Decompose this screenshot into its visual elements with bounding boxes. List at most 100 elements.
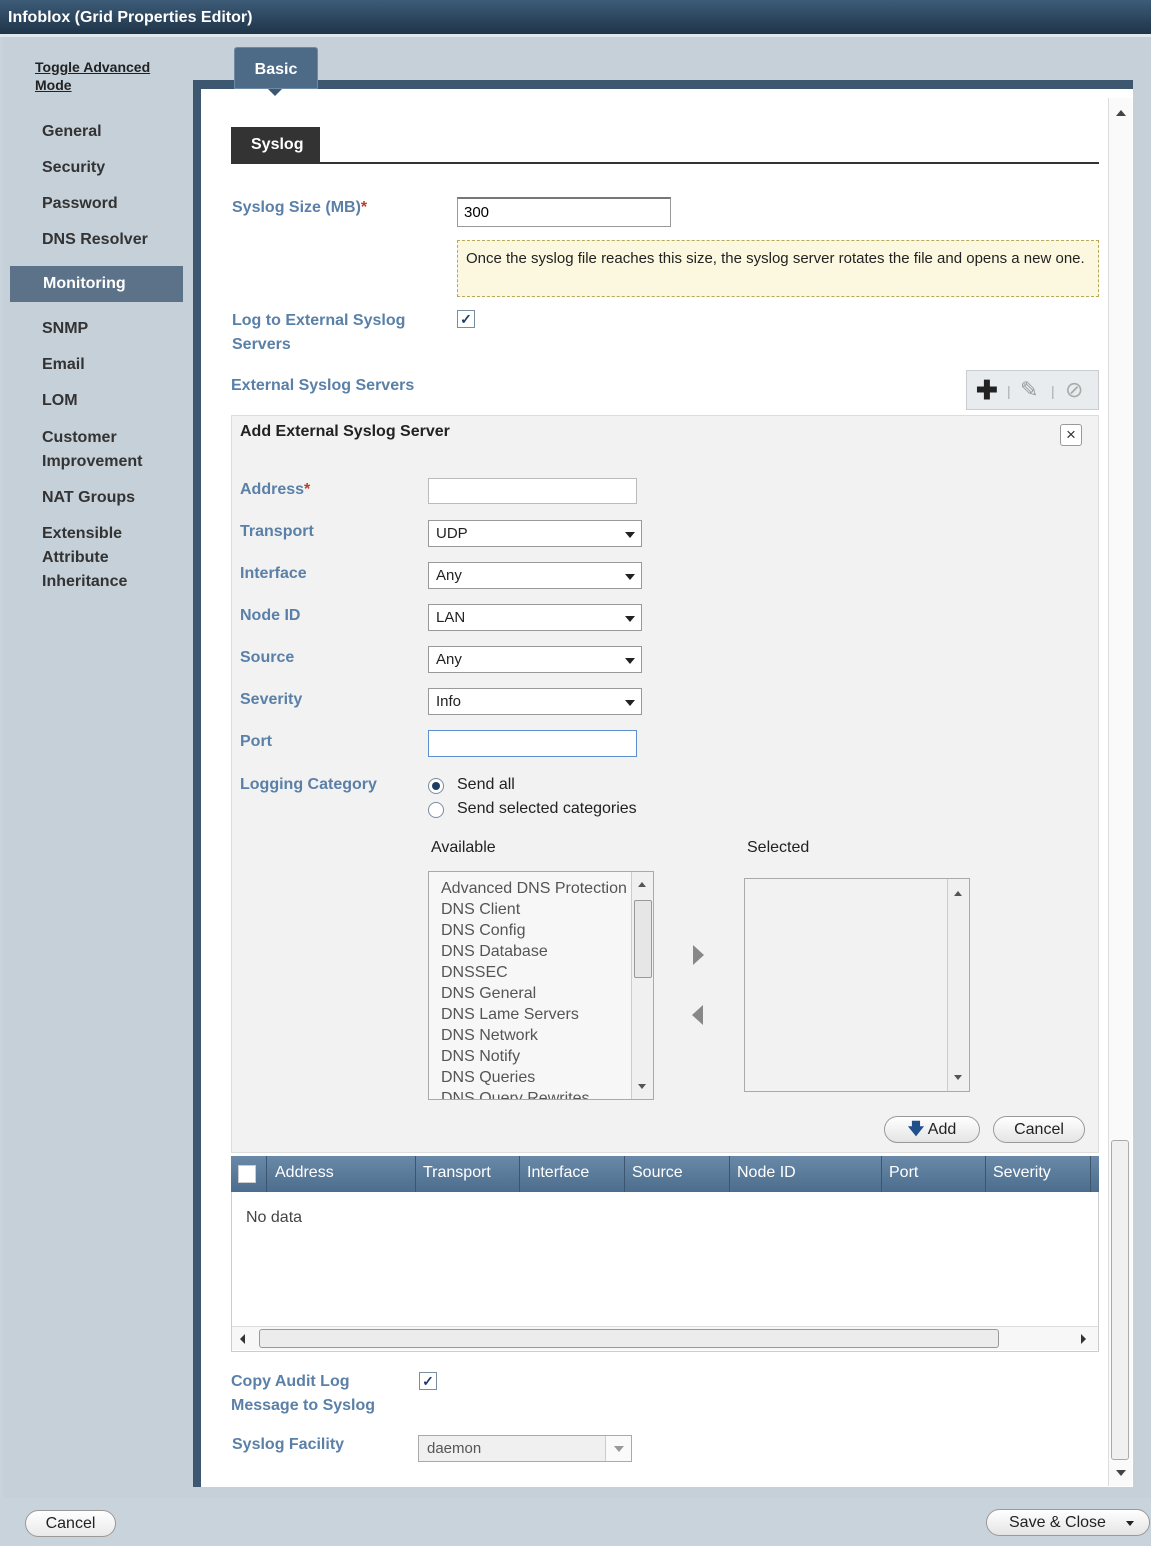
sidebar-item-monitoring[interactable]: Monitoring bbox=[10, 266, 183, 302]
chevron-down-icon bbox=[625, 700, 635, 706]
chevron-down-icon[interactable] bbox=[1126, 1521, 1134, 1526]
window-title-bar: Infoblox (Grid Properties Editor) bbox=[0, 0, 1151, 37]
transport-label: Transport bbox=[240, 523, 314, 540]
list-item[interactable]: DNS Client bbox=[441, 901, 520, 919]
sidebar-item-snmp[interactable]: SNMP bbox=[0, 317, 183, 341]
tab-strip bbox=[193, 80, 1133, 89]
down-arrow-icon: 🡇 bbox=[907, 1121, 925, 1138]
available-label: Available bbox=[431, 839, 496, 856]
scrollbar-thumb[interactable] bbox=[634, 900, 652, 978]
cancel-button[interactable]: Cancel bbox=[25, 1510, 116, 1537]
scroll-down-arrow-icon[interactable] bbox=[954, 1075, 962, 1080]
scrollbar-thumb[interactable] bbox=[259, 1329, 999, 1348]
panel-vertical-scrollbar[interactable] bbox=[1108, 98, 1132, 1486]
node-id-select[interactable]: LAN bbox=[428, 604, 642, 631]
close-icon[interactable]: × bbox=[1060, 424, 1082, 446]
interface-select[interactable]: Any bbox=[428, 562, 642, 589]
sidebar-item-nat-groups[interactable]: NAT Groups bbox=[0, 486, 183, 510]
interface-value: Any bbox=[436, 567, 462, 584]
transport-select[interactable]: UDP bbox=[428, 520, 642, 547]
address-input[interactable] bbox=[428, 478, 637, 504]
column-transport[interactable]: Transport bbox=[415, 1156, 520, 1192]
sidebar-item-general[interactable]: General bbox=[0, 120, 183, 144]
column-address[interactable]: Address bbox=[267, 1156, 416, 1192]
available-list-scrollbar[interactable] bbox=[631, 872, 653, 1099]
syslog-facility-label: Syslog Facility bbox=[232, 1436, 345, 1453]
table-horizontal-scrollbar[interactable] bbox=[232, 1326, 1098, 1350]
scroll-up-arrow-icon[interactable] bbox=[638, 882, 646, 887]
empty-table-text: No data bbox=[246, 1209, 303, 1226]
external-servers-label: External Syslog Servers bbox=[231, 377, 415, 394]
sidebar-item-customer-improvement[interactable]: Customer Improvement bbox=[0, 426, 175, 474]
send-all-radio[interactable] bbox=[428, 778, 444, 794]
copy-audit-label: Copy Audit Log Message to Syslog bbox=[231, 1373, 376, 1414]
scroll-down-arrow-icon[interactable] bbox=[638, 1084, 646, 1089]
logging-category-label: Logging Category bbox=[240, 776, 377, 793]
send-selected-radio[interactable] bbox=[428, 802, 444, 818]
list-item[interactable]: DNSSEC bbox=[441, 964, 508, 982]
save-close-button[interactable]: Save & Close bbox=[986, 1509, 1150, 1536]
disabled-icon[interactable]: ⊘ bbox=[1065, 378, 1083, 402]
column-interface[interactable]: Interface bbox=[519, 1156, 625, 1192]
move-right-arrow-icon[interactable] bbox=[693, 945, 704, 965]
syslog-size-input[interactable] bbox=[457, 197, 671, 227]
save-close-label: Save & Close bbox=[1009, 1514, 1106, 1531]
severity-select[interactable]: Info bbox=[428, 688, 642, 715]
sidebar-item-extensible-attribute-inheritance[interactable]: Extensible Attribute Inheritance bbox=[0, 522, 160, 594]
sidebar-item-lom[interactable]: LOM bbox=[0, 389, 183, 413]
scrollbar-thumb[interactable] bbox=[1111, 1140, 1129, 1460]
sidebar-item-dns-resolver[interactable]: DNS Resolver bbox=[0, 228, 183, 252]
select-all-checkbox[interactable] bbox=[238, 1165, 256, 1183]
list-item[interactable]: DNS Query Rewrites bbox=[441, 1090, 589, 1099]
send-selected-label: Send selected categories bbox=[457, 800, 637, 817]
section-tab-syslog[interactable]: Syslog bbox=[231, 127, 320, 163]
column-port[interactable]: Port bbox=[881, 1156, 986, 1192]
column-source[interactable]: Source bbox=[624, 1156, 730, 1192]
list-item[interactable]: DNS Config bbox=[441, 922, 525, 940]
sidebar-item-email[interactable]: Email bbox=[0, 353, 183, 377]
move-left-arrow-icon[interactable] bbox=[692, 1005, 703, 1025]
node-id-label: Node ID bbox=[240, 607, 301, 624]
list-item[interactable]: DNS Lame Servers bbox=[441, 1006, 579, 1024]
column-severity[interactable]: Severity bbox=[985, 1156, 1091, 1192]
plus-icon[interactable]: ✚ bbox=[976, 377, 998, 403]
list-item[interactable]: DNS Network bbox=[441, 1027, 538, 1045]
selected-categories-list[interactable] bbox=[744, 878, 970, 1092]
scroll-left-arrow-icon[interactable] bbox=[240, 1334, 245, 1344]
log-external-checkbox[interactable]: ✓ bbox=[457, 310, 475, 328]
scroll-up-arrow-icon[interactable] bbox=[954, 891, 962, 896]
list-item[interactable]: DNS Queries bbox=[441, 1069, 535, 1087]
chevron-down-icon bbox=[625, 616, 635, 622]
selected-label: Selected bbox=[747, 839, 810, 856]
tab-basic[interactable]: Basic bbox=[234, 47, 318, 89]
list-item[interactable]: DNS General bbox=[441, 985, 536, 1003]
chevron-down-icon bbox=[625, 532, 635, 538]
severity-label: Severity bbox=[240, 691, 303, 708]
footer-bar bbox=[0, 1498, 1151, 1546]
window-title: Infoblox (Grid Properties Editor) bbox=[8, 9, 253, 26]
servers-toolbar: ✚ | ✎ | ⊘ bbox=[966, 370, 1099, 410]
syslog-size-label: Syslog Size (MB)* bbox=[232, 196, 367, 220]
scroll-right-arrow-icon[interactable] bbox=[1081, 1334, 1086, 1344]
copy-audit-checkbox[interactable]: ✓ bbox=[419, 1372, 437, 1390]
cancel-add-button[interactable]: Cancel bbox=[993, 1116, 1085, 1143]
syslog-facility-select[interactable]: daemon bbox=[418, 1435, 632, 1462]
sidebar-item-security[interactable]: Security bbox=[0, 156, 183, 180]
chevron-down-icon bbox=[625, 574, 635, 580]
available-categories-list[interactable]: Advanced DNS Protection DNS Client DNS C… bbox=[428, 871, 654, 1100]
source-select[interactable]: Any bbox=[428, 646, 642, 673]
sidebar-item-password[interactable]: Password bbox=[0, 192, 183, 216]
selected-list-scrollbar[interactable] bbox=[947, 879, 969, 1091]
scroll-down-arrow-icon[interactable] bbox=[1116, 1470, 1126, 1476]
list-item[interactable]: DNS Database bbox=[441, 943, 548, 961]
add-server-button[interactable]: 🡇 Add bbox=[884, 1116, 980, 1143]
toggle-advanced-mode-link[interactable]: Toggle Advanced Mode bbox=[35, 58, 175, 94]
select-all-column bbox=[231, 1156, 267, 1192]
scroll-up-arrow-icon[interactable] bbox=[1116, 110, 1126, 116]
list-item[interactable]: DNS Notify bbox=[441, 1048, 520, 1066]
column-node-id[interactable]: Node ID bbox=[729, 1156, 882, 1192]
edit-icon[interactable]: ✎ bbox=[1020, 378, 1038, 402]
list-item[interactable]: Advanced DNS Protection bbox=[441, 880, 627, 898]
address-label-text: Address bbox=[240, 481, 305, 498]
port-input[interactable] bbox=[428, 730, 637, 757]
